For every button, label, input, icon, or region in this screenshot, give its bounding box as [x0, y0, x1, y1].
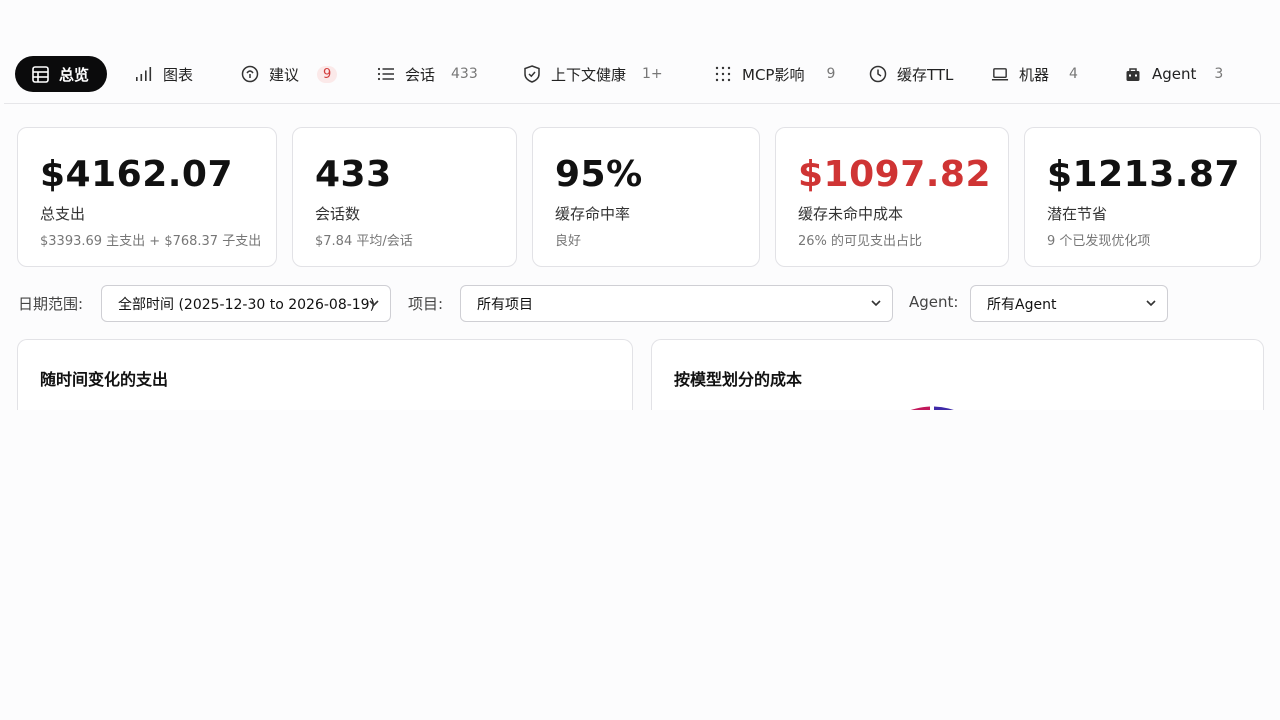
stat-card-potential-savings: $1213.87 潜在节省 9 个已发现优化项 [1024, 127, 1261, 267]
stat-value: $1097.82 [798, 154, 992, 195]
project-label: 项目: [408, 295, 444, 313]
chevron-down-icon [1146, 300, 1156, 307]
tab-label: 建议 [269, 65, 300, 84]
tab-label: 图表 [163, 65, 194, 84]
stat-value: 433 [315, 154, 392, 195]
tab-label: 缓存TTL [897, 65, 954, 84]
tab-mcp-impact[interactable]: MCP影响 9 [714, 56, 835, 92]
agent-value: 所有Agent [987, 296, 1057, 313]
bar-chart-icon [135, 65, 153, 83]
stat-label: 缓存未命中成本 [798, 205, 904, 223]
date-range-value: 全部时间 (2025-12-30 to 2026-08-19) [118, 296, 376, 313]
stat-card-total-spend: $4162.07 总支出 $3393.69 主支出 + $768.37 子支出 [17, 127, 277, 267]
stat-card-sessions: 433 会话数 $7.84 平均/会话 [292, 127, 517, 267]
tab-agent[interactable]: Agent 3 [1124, 56, 1223, 92]
stat-subtext: $3393.69 主支出 + $768.37 子支出 [40, 234, 262, 249]
tab-machines[interactable]: 机器 4 [991, 56, 1078, 92]
stat-label: 会话数 [315, 205, 361, 223]
dashboard-page: 总览 图表 建议 9 会话 433 上下文健康 1+ MCP影响 9 缓存TTL… [0, 0, 1280, 720]
tab-context-health[interactable]: 上下文健康 1+ [523, 56, 663, 92]
agent-label: Agent: [909, 293, 959, 311]
table-icon [31, 65, 49, 83]
chevron-down-icon [369, 300, 379, 307]
tab-label: 上下文健康 [551, 65, 627, 84]
lightbulb-icon [241, 65, 259, 83]
shield-icon [523, 65, 541, 83]
tab-sessions[interactable]: 会话 433 [377, 56, 478, 92]
tab-count: 433 [451, 66, 478, 82]
stat-subtext: 26% 的可见支出占比 [798, 234, 923, 249]
stat-card-cache-hit-rate: 95% 缓存命中率 良好 [532, 127, 760, 267]
tab-label: 机器 [1019, 65, 1050, 84]
agent-select[interactable]: 所有Agent [970, 285, 1168, 322]
date-range-label: 日期范围: [18, 295, 84, 313]
date-range-select[interactable]: 全部时间 (2025-12-30 to 2026-08-19) [101, 285, 391, 322]
tab-overview[interactable]: 总览 [15, 56, 108, 92]
page-cutoff-area [0, 410, 1280, 720]
project-value: 所有项目 [477, 296, 533, 313]
laptop-icon [991, 65, 1009, 83]
stat-subtext: 良好 [555, 234, 582, 249]
tab-label: MCP影响 [742, 65, 805, 84]
list-icon [377, 65, 395, 83]
tab-cache-ttl[interactable]: 缓存TTL [869, 56, 953, 92]
stat-subtext: 9 个已发现优化项 [1047, 234, 1151, 249]
tab-charts[interactable]: 图表 [135, 56, 193, 92]
tab-label: Agent [1152, 65, 1197, 83]
tab-count: 4 [1069, 66, 1078, 82]
panel-title: 按模型划分的成本 [674, 370, 803, 389]
tab-count: 3 [1214, 66, 1224, 82]
stat-label: 总支出 [40, 205, 86, 223]
stat-card-cache-miss-cost: $1097.82 缓存未命中成本 26% 的可见支出占比 [775, 127, 1009, 267]
dots-grid-icon [714, 65, 732, 83]
stat-value: $4162.07 [40, 154, 234, 195]
stat-label: 潜在节省 [1047, 205, 1108, 223]
tab-label: 会话 [405, 65, 436, 84]
stat-label: 缓存命中率 [555, 205, 631, 223]
tab-label: 总览 [59, 65, 90, 84]
stat-value: 95% [555, 154, 643, 195]
tab-count: 1+ [642, 66, 663, 82]
panel-title: 随时间变化的支出 [40, 370, 169, 389]
chevron-down-icon [871, 300, 881, 307]
tab-count-badge: 9 [317, 65, 338, 83]
tab-count: 9 [826, 66, 836, 82]
stat-value: $1213.87 [1047, 154, 1241, 195]
top-nav: 总览 图表 建议 9 会话 433 上下文健康 1+ MCP影响 9 缓存TTL… [4, 48, 1280, 104]
project-select[interactable]: 所有项目 [460, 285, 893, 322]
tab-suggestions[interactable]: 建议 9 [241, 56, 338, 92]
clock-icon [869, 65, 887, 83]
bot-icon [1124, 65, 1142, 83]
stat-subtext: $7.84 平均/会话 [315, 234, 413, 249]
